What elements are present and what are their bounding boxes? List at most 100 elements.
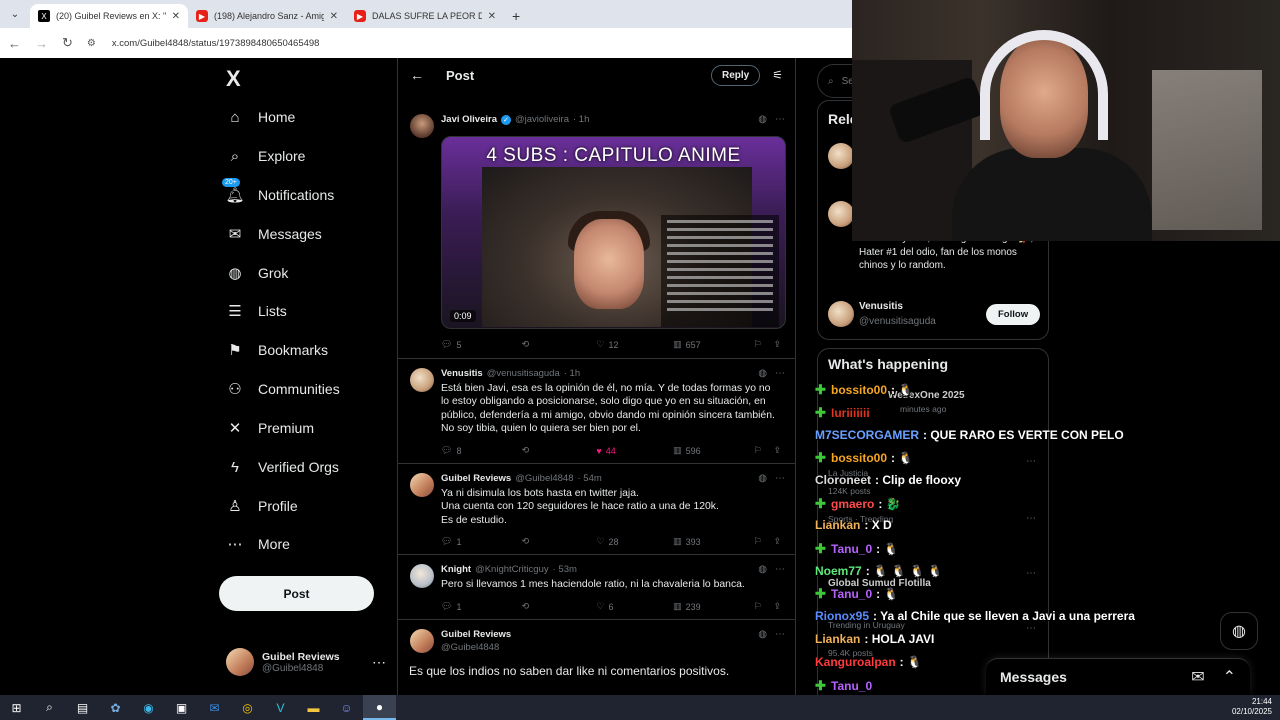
vegas-icon[interactable]: V [264,695,297,720]
nav-grok[interactable]: ◍ Grok [226,264,288,282]
browser-tab-2[interactable]: ▶ DALAS SUFRE LA PEOR DERROT ✕ [346,4,504,28]
share-icon[interactable]: ⇪ [773,445,781,456]
avatar[interactable] [410,564,434,588]
tweet-video[interactable]: 4 SUBS : CAPITULO ANIME 0:09 [441,136,786,329]
avatar[interactable] [410,368,434,392]
tweet-author-name[interactable]: Guibel Reviews [441,629,511,640]
bookmark-icon[interactable]: ⚐ [754,601,774,612]
tweet-author-handle[interactable]: @venusitisaguda [487,368,560,379]
outlook-icon[interactable]: ✉ [198,695,231,720]
share-icon[interactable]: ⇪ [773,339,781,350]
nav-more[interactable]: ⋯ More [226,535,290,553]
more-dots-icon[interactable]: ⋯ [775,629,785,640]
more-dots-icon[interactable]: ⋯ [775,114,785,125]
reload-icon[interactable]: ↻ [62,35,73,51]
close-tab-icon[interactable]: ✕ [172,11,180,22]
bookmark-icon[interactable]: ⚐ [754,445,774,456]
x-logo-icon[interactable]: X [226,66,241,92]
views-action[interactable]: ▥ 657 [673,339,754,350]
post-button[interactable]: Post [219,576,374,611]
windows-start-icon[interactable]: ⊞ [0,695,33,720]
reply-action[interactable]: 💬︎ 1 [441,601,522,612]
obs-icon[interactable]: ● [363,695,396,720]
tweet-time[interactable]: · 1h [573,114,589,125]
tweet-author-name[interactable]: Guibel Reviews [441,473,511,484]
nav-verified-orgs[interactable]: ϟ Verified Orgs [226,458,339,476]
nav-premium[interactable]: ✕ Premium [226,419,314,437]
nav-communities[interactable]: ⚇ Communities [226,380,339,398]
share-icon[interactable]: ⇪ [773,601,781,612]
system-clock[interactable]: 21:44 02/10/2025 [1232,697,1272,717]
tweet-time[interactable]: · 54m [577,473,601,484]
more-dots-icon[interactable]: ⋯ [372,654,386,671]
browser-tab-0[interactable]: X (20) Guibel Reviews en X: "@Kr ✕ [30,4,188,28]
file-explorer-icon[interactable]: ▬ [297,695,330,720]
chrome-icon[interactable]: ◎ [231,695,264,720]
reply-action[interactable]: 💬︎ 8 [441,445,522,456]
follow-button[interactable]: Follow [986,304,1041,325]
tweet-author-name[interactable]: Javi Oliveira [441,114,497,125]
nav-bookmarks[interactable]: ⚑ Bookmarks [226,341,328,359]
site-info-icon[interactable]: ⚙ [87,38,96,49]
like-action[interactable]: ♥ 44 [596,445,673,456]
tab-search-menu-button[interactable]: ⌄ [4,3,26,25]
avatar[interactable] [410,629,434,653]
close-tab-icon[interactable]: ✕ [488,11,496,22]
reply-action[interactable]: 💬︎ 1 [441,536,522,547]
more-dots-icon[interactable]: ⋯ [1026,623,1036,634]
reply-action[interactable]: 💬︎ 5 [441,339,522,350]
avatar[interactable] [410,114,434,138]
retweet-action[interactable]: ⟲ [522,536,597,547]
task-view-icon[interactable]: ▤ [66,695,99,720]
messages-drawer[interactable]: Messages ✉ ⌃ [986,658,1250,695]
tweet-author-name[interactable]: Venusitis [441,368,483,379]
nav-messages[interactable]: ✉ Messages [226,225,322,243]
avatar[interactable] [828,143,854,169]
reply-button[interactable]: Reply [711,64,761,86]
browser-tab-1[interactable]: ▶ (198) Alejandro Sanz - Amiga M ✕ [188,4,346,28]
retweet-action[interactable]: ⟲ [522,601,597,612]
tweet-author-handle[interactable]: @Guibel4848 [515,473,573,484]
bookmark-icon[interactable]: ⚐ [754,339,774,350]
url-input[interactable]: x.com/Guibel4848/status/1973898480650465… [112,38,320,49]
chevron-up-icon[interactable]: ⌃ [1223,667,1236,687]
nav-home[interactable]: ⌂ Home [226,108,295,126]
grok-icon[interactable]: ◍ [758,564,767,575]
avatar[interactable] [828,301,854,327]
nav-notifications[interactable]: 🔔︎ 20+ Notifications [222,178,334,204]
grok-icon[interactable]: ◍ [758,368,767,379]
grok-icon[interactable]: ◍ [758,473,767,484]
like-action[interactable]: ♡ 6 [596,601,673,612]
more-dots-icon[interactable]: ⋯ [775,368,785,379]
avatar[interactable] [828,201,854,227]
more-dots-icon[interactable]: ⋯ [1026,513,1036,524]
bookmark-icon[interactable]: ⚐ [754,536,774,547]
views-action[interactable]: ▥ 239 [673,601,754,612]
tweet-author-handle[interactable]: @Guibel4848 [441,642,499,653]
compose-message-icon[interactable]: ✉ [1191,667,1204,687]
close-tab-icon[interactable]: ✕ [330,11,338,22]
like-action[interactable]: ♡ 12 [596,339,673,350]
nav-explore[interactable]: ⌕ Explore [226,147,306,165]
back-arrow-icon[interactable]: ← [410,67,424,83]
tweet-author-handle[interactable]: @KnightCriticguy [475,564,549,575]
sliders-icon[interactable]: ⚟ [772,68,783,82]
more-dots-icon[interactable]: ⋯ [775,473,785,484]
grok-icon[interactable]: ◍ [758,629,767,640]
avatar[interactable] [410,473,434,497]
views-action[interactable]: ▥ 393 [673,536,754,547]
tweet-time[interactable]: · 53m [553,564,577,575]
back-arrow-icon[interactable]: ← [8,36,21,51]
store-icon[interactable]: ▣ [165,695,198,720]
nav-profile[interactable]: ♙ Profile [226,497,297,515]
like-action[interactable]: ♡ 28 [596,536,673,547]
grok-icon[interactable]: ◍ [758,114,767,125]
retweet-action[interactable]: ⟲ [522,445,597,456]
more-dots-icon[interactable]: ⋯ [1026,568,1036,579]
views-action[interactable]: ▥ 596 [673,445,754,456]
more-dots-icon[interactable]: ⋯ [775,564,785,575]
new-tab-button[interactable]: + [512,8,520,24]
retweet-action[interactable]: ⟲ [522,339,597,350]
grok-floating-button[interactable]: ◍ [1220,612,1258,650]
edge-icon[interactable]: ◉ [132,695,165,720]
